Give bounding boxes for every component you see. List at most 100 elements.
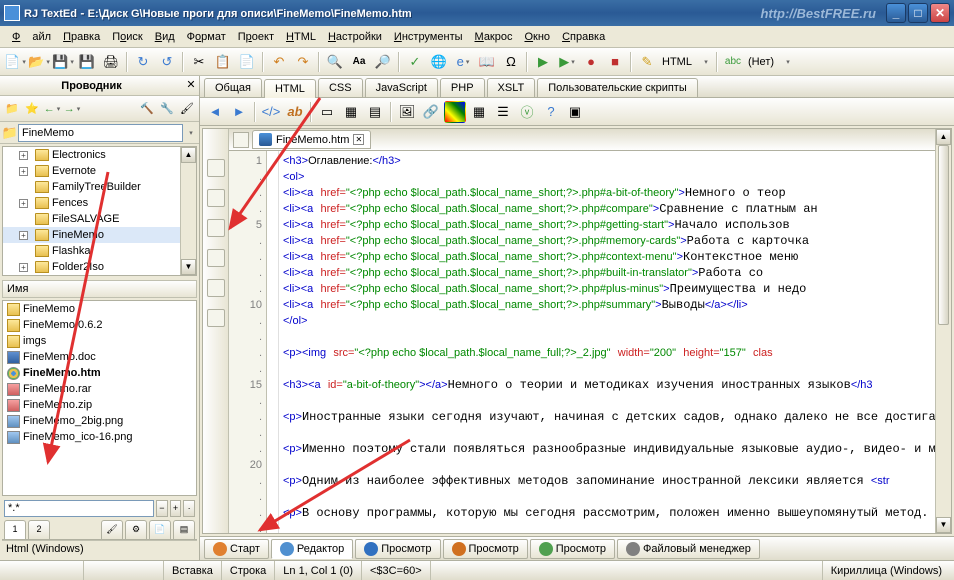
menu-format[interactable]: Формат <box>181 29 232 45</box>
t2-icon[interactable]: ▦ <box>340 101 362 123</box>
document-tab[interactable]: FineMemo.htm ✕ <box>252 130 371 149</box>
folder-up-icon[interactable]: 📁 <box>3 100 21 118</box>
redo-button[interactable]: ↷ <box>292 51 314 73</box>
enc-drop[interactable] <box>780 51 794 73</box>
gut-6-icon[interactable] <box>207 309 225 327</box>
lang-tab[interactable]: PHP <box>440 78 485 97</box>
bottom-tab[interactable]: Просмотр <box>530 539 615 559</box>
gut-1-icon[interactable] <box>207 159 225 177</box>
omega-button[interactable]: Ω <box>500 51 522 73</box>
case-button[interactable]: Aa <box>348 51 370 73</box>
check-button[interactable]: ✓ <box>404 51 426 73</box>
browser-button[interactable]: e <box>452 51 474 73</box>
folder-icon[interactable]: 📁 <box>2 125 18 141</box>
new-button[interactable]: 📄 <box>4 51 26 73</box>
gut-2-icon[interactable] <box>207 189 225 207</box>
list-icon[interactable]: ☰ <box>492 101 514 123</box>
refresh-button[interactable]: ↻ <box>132 51 154 73</box>
lang-tab[interactable]: HTML <box>264 79 316 98</box>
nav-left-icon[interactable]: ◄ <box>204 101 226 123</box>
file-row[interactable]: FineMemo.htm <box>3 365 196 381</box>
saveall-button[interactable]: 💾 <box>76 51 98 73</box>
menu-edit[interactable]: Правка <box>57 29 106 45</box>
bottom-tab[interactable]: Просмотр <box>355 539 440 559</box>
find-button[interactable]: 🔍 <box>324 51 346 73</box>
cut-button[interactable]: ✂ <box>188 51 210 73</box>
minimize-button[interactable]: _ <box>886 3 906 23</box>
side-tab-2[interactable]: 2 <box>28 520 50 539</box>
pin-icon[interactable] <box>233 132 249 148</box>
globe-button[interactable]: 🌐 <box>428 51 450 73</box>
doc-tab-icon[interactable]: 📄 <box>149 520 171 539</box>
stop-button[interactable]: ■ <box>604 51 626 73</box>
print-button[interactable]: 🖨 <box>100 51 122 73</box>
info-icon[interactable]: ? <box>540 101 562 123</box>
file-row[interactable]: FineMemo.rar <box>3 381 196 397</box>
menu-settings[interactable]: Настройки <box>322 29 388 45</box>
lang-tab[interactable]: Пользовательские скрипты <box>537 78 698 97</box>
file-row[interactable]: FineMemo_ico-16.png <box>3 429 196 445</box>
anchor-icon[interactable]: ab <box>284 101 306 123</box>
lang-tab[interactable]: JavaScript <box>365 78 438 97</box>
file-row[interactable]: imgs <box>3 333 196 349</box>
wrench-icon[interactable]: 🔧 <box>158 100 176 118</box>
lang-tab[interactable]: Общая <box>204 78 262 97</box>
side-tab-1[interactable]: 1 <box>4 520 26 539</box>
code-icon[interactable]: </> <box>260 101 282 123</box>
menu-html[interactable]: HTML <box>280 29 322 45</box>
star-icon[interactable]: ⭐ <box>23 100 41 118</box>
color-icon[interactable] <box>444 101 466 123</box>
t1-icon[interactable]: ▭ <box>316 101 338 123</box>
db-tab-icon[interactable]: ▤ <box>173 520 195 539</box>
filter-plus[interactable]: + <box>170 500 182 517</box>
gear-tab-icon[interactable]: ⚙ <box>125 520 147 539</box>
sidebar-close-button[interactable]: ✕ <box>183 78 199 94</box>
menu-search[interactable]: Поиск <box>106 29 149 45</box>
replace-button[interactable]: 🔎 <box>372 51 394 73</box>
maximize-button[interactable]: □ <box>908 3 928 23</box>
copy-button[interactable]: 📋 <box>212 51 234 73</box>
file-row[interactable]: FineMemo.doc <box>3 349 196 365</box>
link-icon[interactable]: 🔗 <box>420 101 442 123</box>
path-drop[interactable] <box>183 122 197 144</box>
filter-dot[interactable]: · <box>183 500 195 517</box>
gut-3-icon[interactable] <box>207 219 225 237</box>
file-row[interactable]: FineMemo_2big.png <box>3 413 196 429</box>
table-icon[interactable]: ▦ <box>468 101 490 123</box>
menu-macros[interactable]: Макрос <box>469 29 519 45</box>
lang-drop[interactable] <box>698 51 712 73</box>
editor-scrollbar[interactable]: ▲ ▼ <box>935 129 951 533</box>
file-row[interactable]: FineMemo <box>3 301 196 317</box>
save-button[interactable]: 💾 <box>52 51 74 73</box>
play-button[interactable]: ▶ <box>532 51 554 73</box>
filter-minus[interactable]: − <box>156 500 168 517</box>
img-icon[interactable]: 🖼 <box>396 101 418 123</box>
code-editor[interactable]: <h3>Оглавление:</h3> <ol> <li><a href="<… <box>279 151 935 533</box>
close-button[interactable]: ✕ <box>930 3 950 23</box>
bottom-tab[interactable]: Просмотр <box>443 539 528 559</box>
spell-button[interactable]: 📖 <box>476 51 498 73</box>
fwd-icon[interactable]: → <box>63 100 81 118</box>
menu-help[interactable]: Справка <box>556 29 611 45</box>
open-button[interactable]: 📂 <box>28 51 50 73</box>
menu-window[interactable]: Окно <box>518 29 556 45</box>
brush-icon[interactable]: 🖌 <box>178 100 196 118</box>
doc-tab-close[interactable]: ✕ <box>353 134 364 145</box>
menu-file[interactable]: Файл <box>6 29 57 45</box>
menu-tools[interactable]: Инструменты <box>388 29 469 45</box>
bottom-tab[interactable]: Старт <box>204 539 269 559</box>
name-column-header[interactable]: Имя <box>2 280 197 298</box>
run-button[interactable]: ▶ <box>556 51 578 73</box>
lang-tab[interactable]: CSS <box>318 78 363 97</box>
file-row[interactable]: FineMemo.zip <box>3 397 196 413</box>
spellcheck-button[interactable]: abc <box>722 51 744 73</box>
validate-icon[interactable]: ⓥ <box>516 101 538 123</box>
fold-gutter[interactable] <box>267 151 279 533</box>
bottom-tab[interactable]: Файловый менеджер <box>617 539 760 559</box>
back-icon[interactable]: ← <box>43 100 61 118</box>
bottom-tab[interactable]: Редактор <box>271 539 353 559</box>
path-input[interactable] <box>18 124 183 142</box>
t3-icon[interactable]: ▤ <box>364 101 386 123</box>
menu-project[interactable]: Проект <box>232 29 280 45</box>
file-list[interactable]: FineMemoFineMemo 0.6.2imgsFineMemo.docFi… <box>2 300 197 496</box>
